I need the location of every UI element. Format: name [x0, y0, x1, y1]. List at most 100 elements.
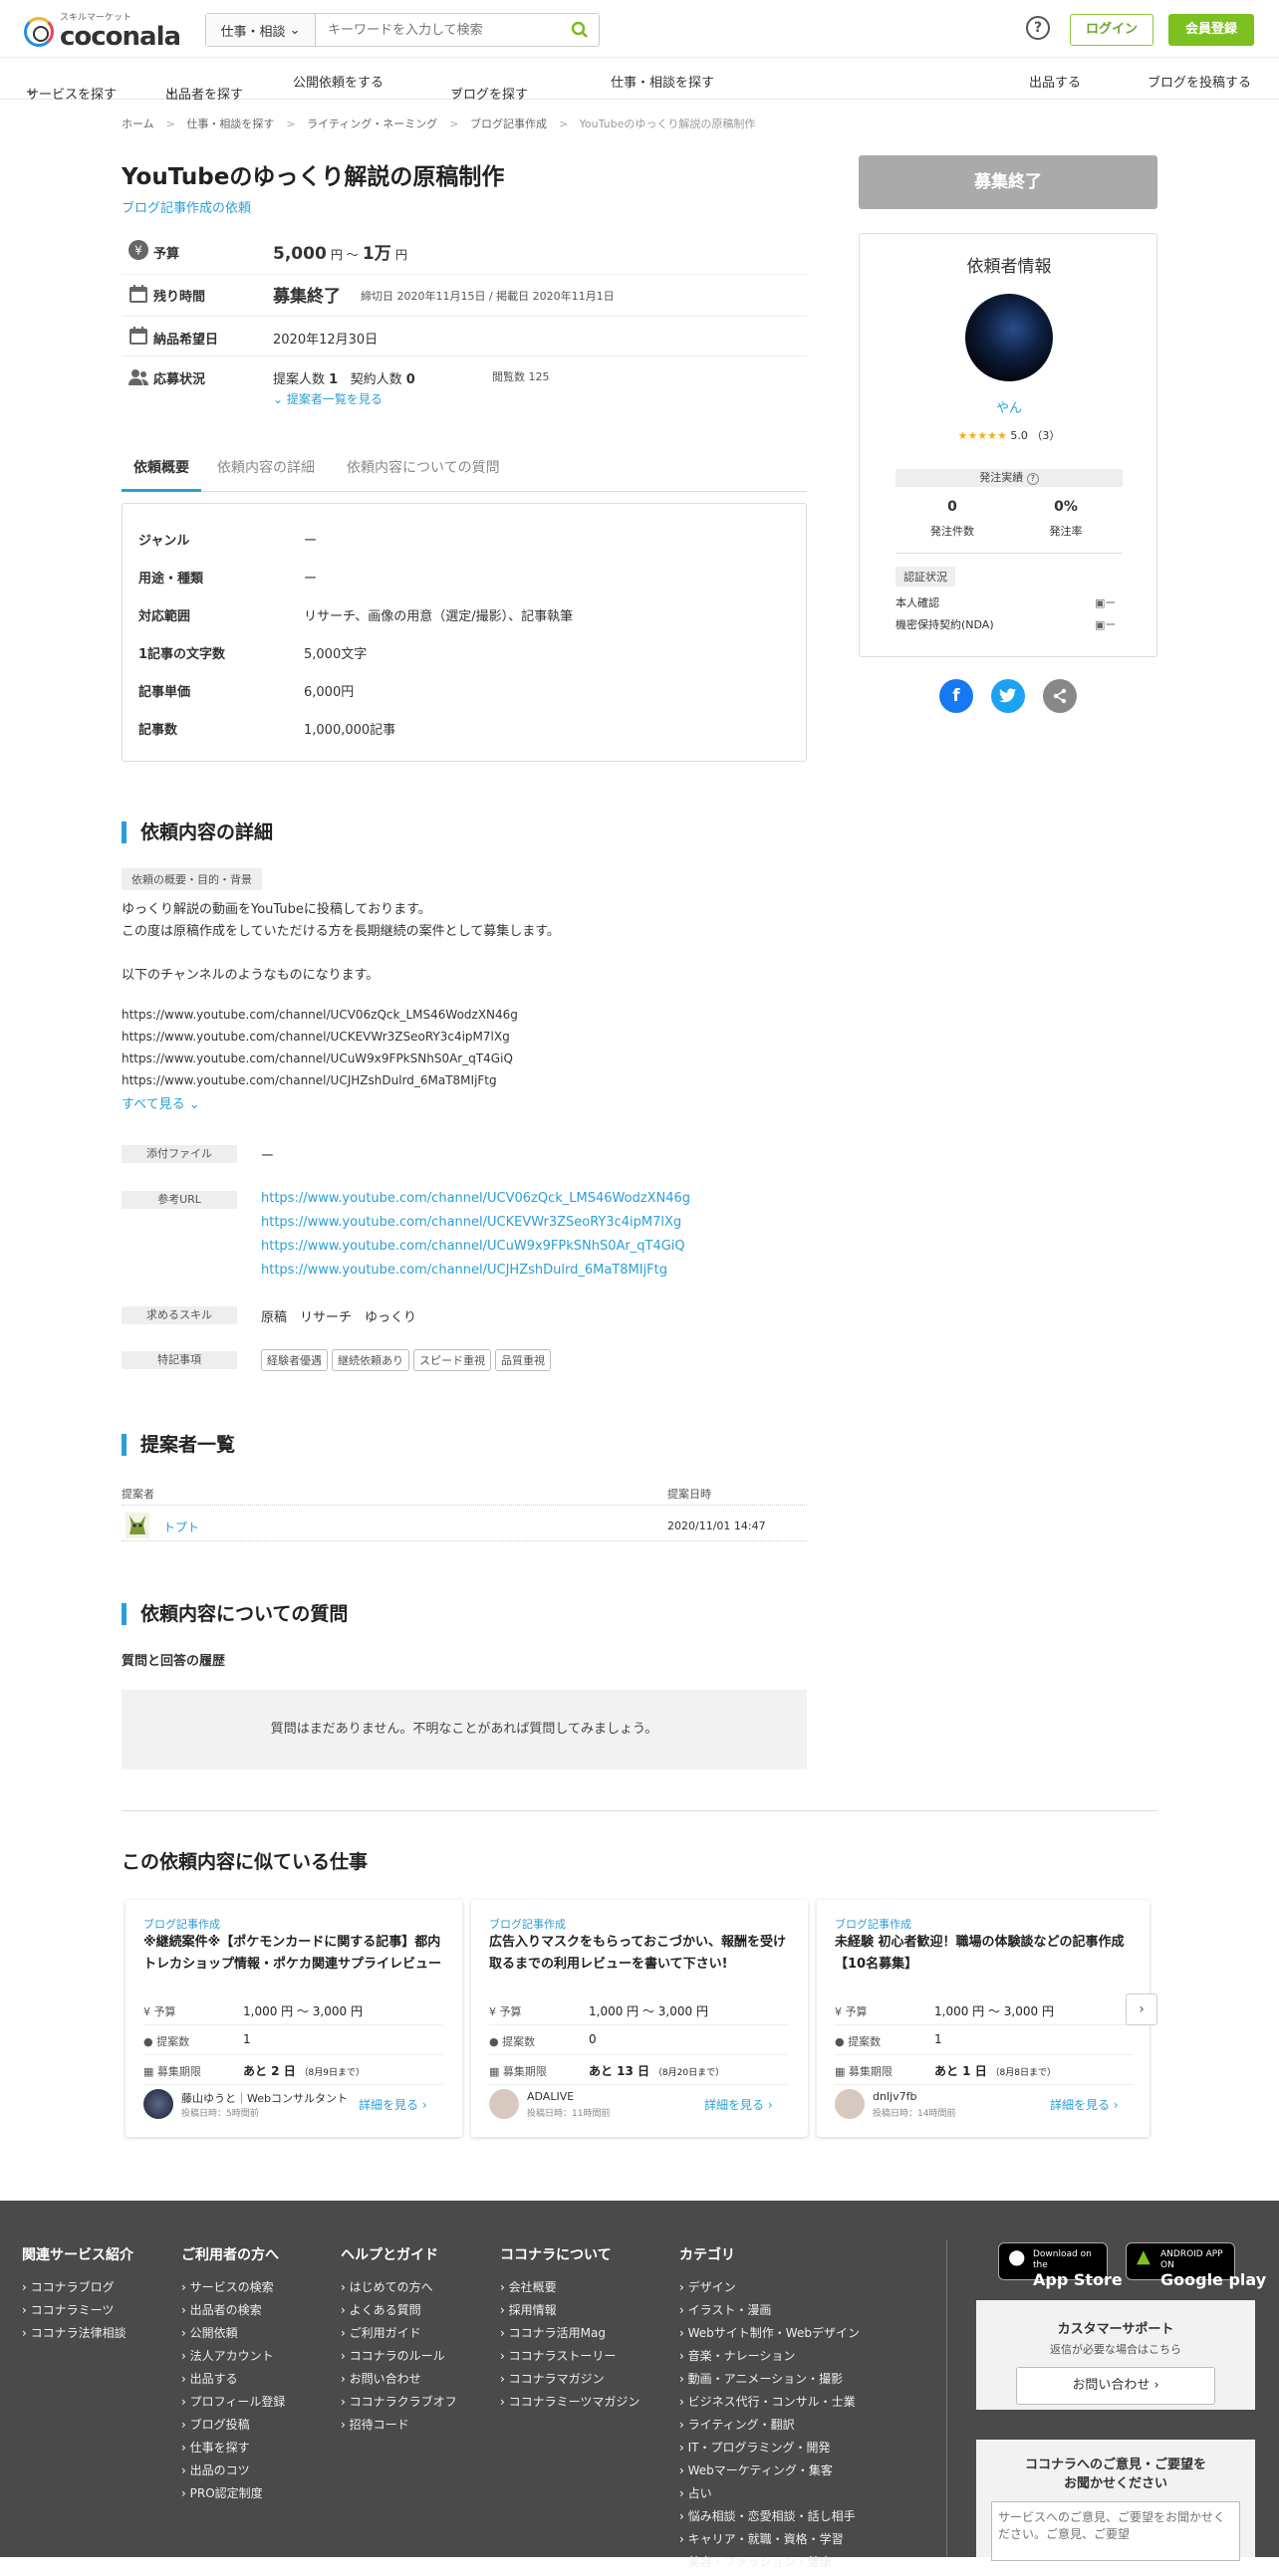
share-icon[interactable]	[1043, 679, 1077, 713]
footer-link[interactable]: ココナラクラブオフ	[341, 2393, 457, 2416]
reference-url-link[interactable]: https://www.youtube.com/channel/UCuW9x9F…	[261, 1239, 685, 1254]
budget-value: 1,000 円 〜 3,000 円	[934, 2004, 1054, 2018]
footer-link[interactable]: ココナラブログ	[22, 2278, 133, 2301]
see-details-link[interactable]: 詳細を見る ›	[704, 2096, 773, 2113]
tab-details[interactable]: 依頼内容の詳細	[205, 456, 327, 492]
poster-avatar[interactable]	[143, 2089, 173, 2119]
footer-link[interactable]: ブログ投稿	[181, 2416, 285, 2439]
proposer-avatar[interactable]	[126, 1513, 149, 1538]
nav-item-jobs[interactable]: 仕事・相談を探す	[611, 72, 714, 91]
breadcrumb-item[interactable]: ライティング・ネーミング	[307, 117, 437, 130]
job-title[interactable]: 未経験 初心者歓迎！職場の体験談などの記事作成【10名募集】	[835, 1932, 1139, 1976]
client-name-link[interactable]: やん	[860, 397, 1158, 416]
see-proposers-link[interactable]: ⌄ 提案者一覧を見る	[273, 390, 383, 407]
footer-link[interactable]: ココナラストーリー	[500, 2347, 640, 2370]
footer-link[interactable]: イラスト・漫画	[679, 2301, 860, 2324]
login-button[interactable]: ログイン	[1070, 14, 1153, 46]
footer-link[interactable]: ライティング・翻訳	[679, 2416, 860, 2439]
see-all-link[interactable]: すべて見る ⌄	[122, 1093, 200, 1112]
footer-link[interactable]: Webサイト制作・Webデザイン	[679, 2324, 860, 2347]
footer-link[interactable]: お問い合わせ	[341, 2370, 457, 2393]
contracts-label: 契約人数	[350, 372, 402, 387]
see-details-link[interactable]: 詳細を見る ›	[1050, 2096, 1119, 2113]
carousel-next-button[interactable]: ›	[1126, 1993, 1157, 2025]
poster-avatar[interactable]	[489, 2089, 519, 2119]
budget-key: ¥ 予算	[489, 2003, 522, 2019]
footer-link[interactable]: 採用情報	[500, 2301, 640, 2324]
nav-item-post-blog[interactable]: ブログを投稿する	[1148, 72, 1251, 91]
footer-link[interactable]: Webマーケティング・集客	[679, 2461, 860, 2484]
similar-job-card[interactable]: ブログ記事作成 広告入りマスクをもらっておこづかい、報酬を受け取るまでの利用レビ…	[471, 1900, 808, 2137]
reference-url-link[interactable]: https://www.youtube.com/channel/UCV06zQc…	[261, 1191, 690, 1206]
footer-link[interactable]: 出品のコツ	[181, 2461, 285, 2484]
deadline-value: あと 2 日 （8月9日まで）	[243, 2062, 365, 2079]
footer-link[interactable]: ココナラミーツ	[22, 2301, 133, 2324]
footer-link[interactable]: ご利用ガイド	[341, 2324, 457, 2347]
search-category-select[interactable]: 仕事・相談 ⌄	[206, 14, 316, 46]
app-store-badge[interactable]: ● Download on the App Store	[998, 2242, 1123, 2289]
footer-link[interactable]: ココナラマガジン	[500, 2370, 640, 2393]
breadcrumb-separator: >	[449, 117, 459, 130]
footer-link[interactable]: キャリア・就職・資格・学習	[679, 2530, 860, 2553]
contact-button[interactable]: お問い合わせ ›	[1016, 2367, 1215, 2405]
breadcrumb-item[interactable]: 仕事・相談を探す	[186, 117, 274, 130]
job-title[interactable]: ※継続案件※【ポケモンカードに関する記事】都内トレカショップ情報・ポケカ関連サプ…	[143, 1932, 447, 1976]
footer-link[interactable]: 音楽・ナレーション	[679, 2347, 860, 2370]
footer-link[interactable]: 会社概要	[500, 2278, 640, 2301]
poster-avatar[interactable]	[835, 2089, 865, 2119]
footer-link[interactable]: 占い	[679, 2484, 860, 2507]
footer-link[interactable]: ココナラミーツマガジン	[500, 2393, 640, 2416]
chevron-right-icon: ›	[767, 2098, 773, 2112]
footer-link[interactable]: IT・プログラミング・開発	[679, 2439, 860, 2461]
register-button[interactable]: 会員登録	[1168, 14, 1254, 46]
footer-link[interactable]: 美容・ファッション・健康	[679, 2553, 860, 2576]
tab-overview[interactable]: 依頼概要	[122, 456, 201, 492]
search-button[interactable]	[561, 14, 599, 46]
footer-link[interactable]: ココナラ活用Mag	[500, 2324, 640, 2347]
site-header: スキルマーケット coconala 仕事・相談 ⌄ ? ログイン 会員登録	[0, 0, 1279, 58]
category-link[interactable]: ブログ記事作成の依頼	[122, 197, 251, 216]
footer-link[interactable]: ビジネス代行・コンサル・士業	[679, 2393, 860, 2416]
footer-link[interactable]: デザイン	[679, 2278, 860, 2301]
footer-link[interactable]: ココナラ法律相談	[22, 2324, 133, 2347]
footer-link[interactable]: 招待コード	[341, 2416, 457, 2439]
spec-key: 1記事の文字数	[138, 647, 226, 662]
google-play-badge[interactable]: ▲ ANDROID APP ON Google play	[1126, 2242, 1266, 2289]
tab-questions[interactable]: 依頼内容についての質問	[335, 456, 512, 492]
reference-url-link[interactable]: https://www.youtube.com/channel/UCKEVWr3…	[261, 1215, 681, 1230]
breadcrumb-item[interactable]: ブログ記事作成	[470, 117, 547, 130]
similar-job-card[interactable]: ブログ記事作成 未経験 初心者歓迎！職場の体験談などの記事作成【10名募集】 ¥…	[817, 1900, 1150, 2137]
nav-item-public-request[interactable]: 公開依頼をする	[293, 72, 384, 91]
coconala-logo[interactable]: スキルマーケット coconala	[24, 12, 181, 52]
nav-item-sell[interactable]: 出品する	[1029, 72, 1081, 91]
twitter-share-icon[interactable]	[991, 679, 1025, 713]
rating-count: （3）	[1031, 429, 1061, 442]
help-icon[interactable]: ?	[1026, 16, 1050, 40]
footer-link[interactable]: PRO認定制度	[181, 2484, 285, 2507]
job-title[interactable]: 広告入りマスクをもらっておこづかい、報酬を受け取るまでの利用レビューを書いて下さ…	[489, 1932, 793, 1976]
reference-url-link[interactable]: https://www.youtube.com/channel/UCJHZshD…	[261, 1263, 667, 1278]
order-rate-label: 発注率	[1049, 525, 1083, 538]
breadcrumb-item[interactable]: ホーム	[122, 117, 154, 130]
client-avatar[interactable]	[965, 294, 1053, 381]
footer-link[interactable]: 悩み相談・恋愛相談・話し相手	[679, 2507, 860, 2530]
footer-link[interactable]: よくある質問	[341, 2301, 457, 2324]
footer-link[interactable]: プロフィール登録	[181, 2393, 286, 2416]
footer-link[interactable]: 動画・アニメーション・撮影	[679, 2370, 860, 2393]
footer-link[interactable]: 出品する	[181, 2370, 285, 2393]
facebook-share-icon[interactable]: f	[939, 679, 973, 713]
proposer-name-link[interactable]: トプト	[163, 1519, 199, 1535]
feedback-textarea[interactable]	[991, 2501, 1240, 2561]
footer-link[interactable]: 仕事を探す	[181, 2439, 285, 2461]
footer-link[interactable]: はじめての方へ	[341, 2278, 457, 2301]
help-icon[interactable]: ?	[1026, 473, 1039, 485]
footer-link[interactable]: 法人アカウント	[181, 2347, 285, 2370]
footer-link[interactable]: 公開依頼	[181, 2324, 285, 2347]
similar-job-card[interactable]: ブログ記事作成 ※継続案件※【ポケモンカードに関する記事】都内トレカショップ情報…	[126, 1900, 462, 2137]
footer-link[interactable]: ココナラのルール	[341, 2347, 457, 2370]
footer-link[interactable]: 出品者の検索	[181, 2301, 285, 2324]
footer-link[interactable]: サービスの検索	[181, 2278, 285, 2301]
footer-column-heading: ご利用者の方へ	[181, 2247, 279, 2263]
see-details-link[interactable]: 詳細を見る ›	[359, 2096, 427, 2113]
search-input[interactable]	[316, 14, 561, 46]
